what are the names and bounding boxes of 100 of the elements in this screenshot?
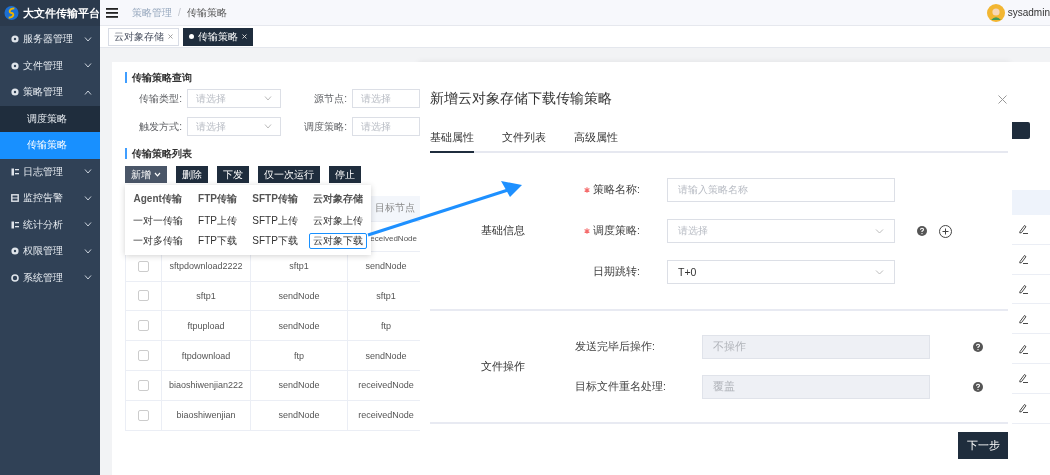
action-button[interactable]: 删除	[176, 166, 208, 183]
chevron-icon	[84, 275, 92, 281]
user-name[interactable]: sysadmin	[1007, 7, 1050, 18]
dialog-title: 新增云对象存储下载传输策略	[430, 90, 612, 108]
chevron-icon	[875, 269, 884, 275]
chevron-icon	[875, 228, 884, 234]
edit-icon[interactable]	[1018, 313, 1028, 324]
chevron-icon	[84, 169, 92, 175]
disc-icon	[11, 247, 19, 256]
nav-item[interactable]: 服务器管理	[0, 26, 100, 53]
filter-label: 传输类型:	[138, 91, 182, 106]
filter-label: 源节点:	[313, 91, 347, 106]
help-icon[interactable]	[917, 226, 927, 236]
avatar-icon[interactable]	[986, 3, 1005, 22]
menu-item[interactable]: 云对象下载	[309, 233, 368, 249]
field-label: 日期跳转:	[593, 265, 640, 279]
row-checkbox[interactable]	[138, 320, 149, 332]
table-cell: receivedNode	[358, 380, 414, 391]
edit-icon[interactable]	[1018, 224, 1028, 235]
nav-item[interactable]: 文件管理	[0, 52, 100, 79]
filter-label: 触发方式:	[138, 119, 182, 134]
chevron-icon	[264, 96, 272, 101]
field-label: 调度策略:	[593, 224, 640, 238]
table-cell: ftp	[381, 320, 391, 331]
nav-subitem[interactable]: 调度策略	[0, 105, 100, 132]
nav-item[interactable]: 权限管理	[0, 238, 100, 265]
table-cell: eceivedNode	[370, 233, 417, 243]
action-button[interactable]: 停止	[329, 166, 361, 183]
table-cell: biaoshiwenjian	[176, 410, 236, 421]
menu-item[interactable]: 一对多传输	[128, 233, 187, 249]
menu-heading: 云对象存储	[313, 192, 364, 206]
table-cell: sendNode	[365, 261, 407, 272]
row-checkbox[interactable]	[138, 379, 149, 391]
menu-heading: FTP传输	[198, 192, 237, 206]
menu-item[interactable]: FTP上传	[194, 213, 241, 229]
edit-icon[interactable]	[1018, 403, 1028, 414]
select-field[interactable]: T+0	[667, 260, 895, 284]
table-cell: sftp1	[376, 291, 396, 301]
section-label: 文件操作	[480, 359, 525, 374]
logo-icon	[4, 5, 19, 21]
row-checkbox[interactable]	[138, 350, 149, 362]
chevron-icon	[84, 63, 92, 69]
edit-icon[interactable]	[1018, 254, 1028, 265]
menu-item[interactable]: 一对一传输	[128, 213, 187, 229]
dropdown-button[interactable]: 新增	[125, 166, 167, 183]
menu-item[interactable]: FTP下载	[194, 233, 241, 249]
list-icon	[11, 167, 19, 176]
dialog-tab[interactable]: 文件列表	[502, 130, 546, 153]
field-label: 策略名称:	[593, 183, 640, 197]
action-button[interactable]: 下发	[217, 166, 249, 183]
nav-item[interactable]: 策略管理	[0, 79, 100, 106]
nav-item[interactable]: 日志管理	[0, 158, 100, 185]
caret-icon	[154, 172, 161, 177]
table-cell: ftpupload	[187, 320, 225, 331]
chevron-icon	[84, 195, 92, 201]
breadcrumb-separator: /	[178, 7, 181, 18]
table-cell: sftp1	[196, 291, 216, 301]
dialog-tab[interactable]: 高级属性	[574, 130, 618, 153]
row-checkbox[interactable]	[138, 260, 149, 272]
edit-icon[interactable]	[1018, 343, 1028, 354]
dialog-tab[interactable]: 基础属性	[430, 130, 474, 153]
menu-item[interactable]: 云对象上传	[309, 213, 368, 229]
nav-item[interactable]: 系统管理	[0, 264, 100, 291]
nav-item[interactable]: 监控告警	[0, 185, 100, 212]
edit-icon[interactable]	[1018, 284, 1028, 294]
calendar-icon	[11, 194, 19, 203]
table-cell: ftpdownload	[181, 350, 231, 361]
field-label: 发送完毕后操作:	[575, 339, 655, 354]
menu-heading: Agent传输	[133, 192, 182, 206]
table-cell: sendNode	[278, 291, 320, 301]
row-checkbox[interactable]	[138, 409, 149, 421]
menu-item[interactable]: SFTP上传	[248, 213, 302, 229]
nav-item[interactable]: 统计分析	[0, 211, 100, 238]
chevron-icon	[264, 124, 272, 129]
page-tab[interactable]: 传输策略	[183, 27, 253, 46]
page-tab[interactable]: 云对象存储	[108, 27, 179, 46]
chevron-icon	[84, 248, 92, 254]
action-button[interactable]: 仅一次运行	[258, 166, 320, 183]
app-title: 大文件传输平台	[23, 5, 100, 21]
table-cell: ftp	[294, 350, 304, 361]
menu-icon[interactable]	[106, 7, 118, 18]
section-label: 基础信息	[480, 224, 525, 238]
filter-label: 调度策略:	[303, 119, 347, 134]
disc-icon	[11, 61, 19, 70]
table-cell: sendNode	[278, 380, 320, 391]
table-cell: sftpdownload2222	[169, 261, 243, 272]
next-button[interactable]: 下一步	[958, 432, 1008, 459]
add-icon[interactable]	[939, 224, 952, 238]
chevron-icon	[84, 36, 92, 42]
table-cell: biaoshiwenjian222	[168, 380, 244, 391]
active-dot-icon	[189, 34, 194, 39]
edit-icon[interactable]	[1018, 373, 1028, 384]
menu-item[interactable]: SFTP下载	[248, 233, 302, 249]
table-cell: sendNode	[278, 320, 320, 331]
menu-heading: SFTP传输	[252, 192, 298, 206]
row-checkbox[interactable]	[138, 290, 149, 302]
table-cell: sendNode	[365, 350, 407, 361]
chevron-icon	[84, 222, 92, 228]
table-cell: sftp1	[289, 261, 309, 272]
chevron-icon	[84, 89, 92, 95]
